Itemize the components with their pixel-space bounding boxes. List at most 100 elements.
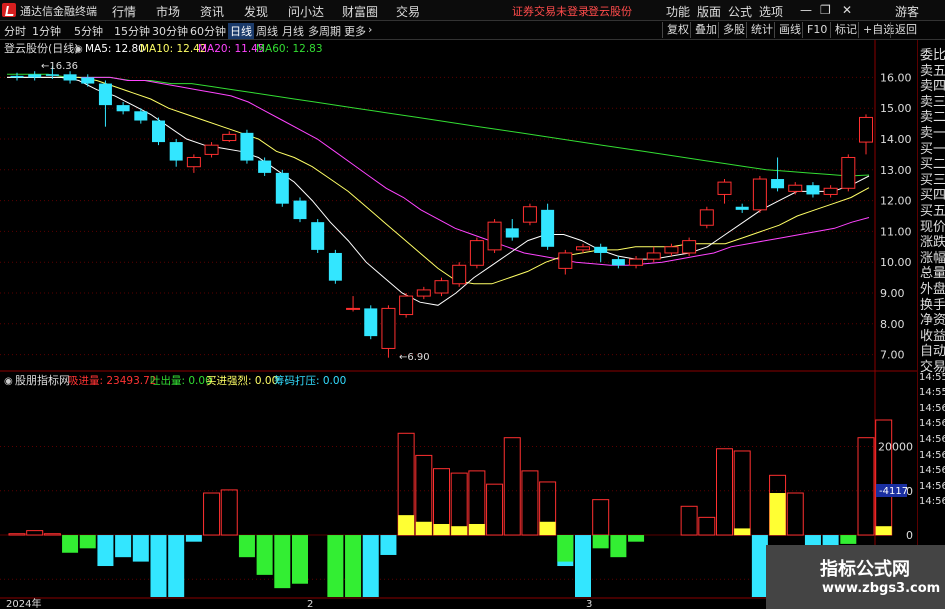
- low-price-marker: ←6.90: [399, 352, 430, 363]
- candle[interactable]: [788, 182, 803, 195]
- candle[interactable]: [505, 219, 519, 241]
- press-bar: [132, 535, 149, 562]
- press-bar: [168, 535, 185, 597]
- candle[interactable]: [541, 203, 555, 250]
- candle[interactable]: [275, 169, 289, 207]
- menu-item-trade[interactable]: 交易: [396, 3, 420, 20]
- menu-item-function[interactable]: 功能: [666, 3, 690, 20]
- candle[interactable]: [434, 277, 449, 297]
- candle[interactable]: [98, 80, 112, 127]
- candle[interactable]: [81, 74, 95, 87]
- candle[interactable]: [752, 175, 767, 213]
- menu-item-discover[interactable]: 发现: [244, 3, 268, 20]
- add-favorite-button[interactable]: +自选: [858, 22, 894, 38]
- candle[interactable]: [346, 296, 361, 312]
- draw-line-button[interactable]: 画线: [774, 22, 801, 38]
- minimize-icon[interactable]: —: [800, 3, 812, 17]
- period-tab-monthly[interactable]: 月线: [282, 23, 304, 39]
- candle[interactable]: [152, 117, 165, 146]
- login-notice[interactable]: 证券交易未登录: [512, 3, 589, 19]
- mark-button[interactable]: 标记: [830, 22, 857, 38]
- period-tab-multi[interactable]: 多周期: [308, 23, 341, 39]
- spit-bar: [238, 535, 255, 558]
- watermark-title: 指标公式网: [820, 559, 910, 580]
- spit-bar: [840, 535, 857, 544]
- stats-button[interactable]: 统计: [746, 22, 773, 38]
- fuquan-button[interactable]: 复权: [662, 22, 689, 38]
- candle[interactable]: [594, 243, 608, 263]
- overlay-button[interactable]: 叠加: [690, 22, 717, 38]
- close-icon[interactable]: ✕: [842, 3, 852, 17]
- candle[interactable]: [522, 203, 537, 226]
- candle[interactable]: [293, 197, 307, 223]
- settings-icon[interactable]: ◉: [74, 44, 83, 55]
- chart-area[interactable]: 16.00 15.00 14.00 13.00 12.00 11.00 10.00 9.00 8…: [0, 40, 917, 609]
- candle[interactable]: [735, 203, 749, 213]
- candle[interactable]: [806, 182, 820, 198]
- candle[interactable]: [699, 206, 714, 229]
- candle[interactable]: [646, 246, 661, 263]
- candle[interactable]: [328, 249, 342, 284]
- candle[interactable]: [134, 108, 148, 124]
- menu-item-market[interactable]: 市场: [156, 3, 180, 20]
- candle[interactable]: [558, 249, 573, 275]
- candle[interactable]: [416, 286, 431, 300]
- period-tab-fenshi[interactable]: 分时: [4, 23, 26, 39]
- candle[interactable]: [487, 219, 502, 253]
- candle[interactable]: [611, 256, 625, 269]
- period-tab-5min[interactable]: 5分钟: [74, 23, 103, 39]
- candle[interactable]: [28, 71, 42, 81]
- candle[interactable]: [258, 157, 272, 176]
- candle[interactable]: [469, 237, 484, 269]
- candle[interactable]: [717, 179, 732, 204]
- menu-item-wealth[interactable]: 财富圈: [342, 3, 378, 20]
- candle[interactable]: [204, 142, 219, 158]
- candle[interactable]: [823, 185, 838, 198]
- period-tab-more[interactable]: 更多: [344, 23, 366, 39]
- menu-item-options[interactable]: 选项: [759, 3, 783, 20]
- multi-stock-button[interactable]: 多股: [718, 22, 745, 38]
- period-tab-1min[interactable]: 1分钟: [32, 23, 61, 39]
- menu-item-layout[interactable]: 版面: [697, 3, 721, 20]
- chevron-right-icon[interactable]: ›: [368, 23, 372, 36]
- candle-body: [594, 246, 608, 253]
- candle[interactable]: [682, 237, 697, 257]
- candle-body: [558, 252, 573, 269]
- guest-user[interactable]: 游客: [895, 3, 919, 20]
- period-tab-daily[interactable]: 日线: [228, 23, 254, 39]
- candle[interactable]: [63, 71, 77, 84]
- candle[interactable]: [222, 131, 237, 143]
- menu-item-news[interactable]: 资讯: [200, 3, 224, 20]
- candle[interactable]: [364, 305, 378, 340]
- f10-button[interactable]: F10: [802, 22, 827, 38]
- spit-bar: [628, 535, 645, 542]
- restore-icon[interactable]: ❐: [820, 3, 831, 17]
- candle[interactable]: [240, 129, 254, 164]
- candle-body: [134, 111, 148, 121]
- candle[interactable]: [452, 262, 467, 287]
- spit-bar: [345, 535, 362, 597]
- candle[interactable]: [859, 114, 873, 155]
- high-price-marker: ←16.36: [41, 61, 78, 72]
- indicator-settings-icon[interactable]: ◉: [4, 376, 13, 387]
- candle[interactable]: [169, 139, 183, 167]
- candle[interactable]: [399, 293, 414, 318]
- candle-body: [541, 209, 555, 247]
- period-tab-weekly[interactable]: 周线: [256, 23, 278, 39]
- candle[interactable]: [629, 256, 644, 269]
- back-button[interactable]: 返回: [890, 22, 917, 38]
- menu-item-quotes[interactable]: 行情: [112, 3, 136, 20]
- menu-item-formula[interactable]: 公式: [728, 3, 752, 20]
- spit-bar: [592, 535, 609, 549]
- candle[interactable]: [381, 305, 396, 358]
- candle-body: [859, 116, 873, 143]
- candle[interactable]: [771, 157, 785, 192]
- candle[interactable]: [311, 219, 325, 253]
- period-tab-60min[interactable]: 60分钟: [190, 23, 226, 39]
- candle[interactable]: [186, 154, 201, 173]
- candle[interactable]: [841, 154, 856, 192]
- candle[interactable]: [116, 102, 130, 115]
- period-tab-15min[interactable]: 15分钟: [114, 23, 150, 39]
- menu-item-ask[interactable]: 问小达: [288, 3, 324, 20]
- period-tab-30min[interactable]: 30分钟: [152, 23, 188, 39]
